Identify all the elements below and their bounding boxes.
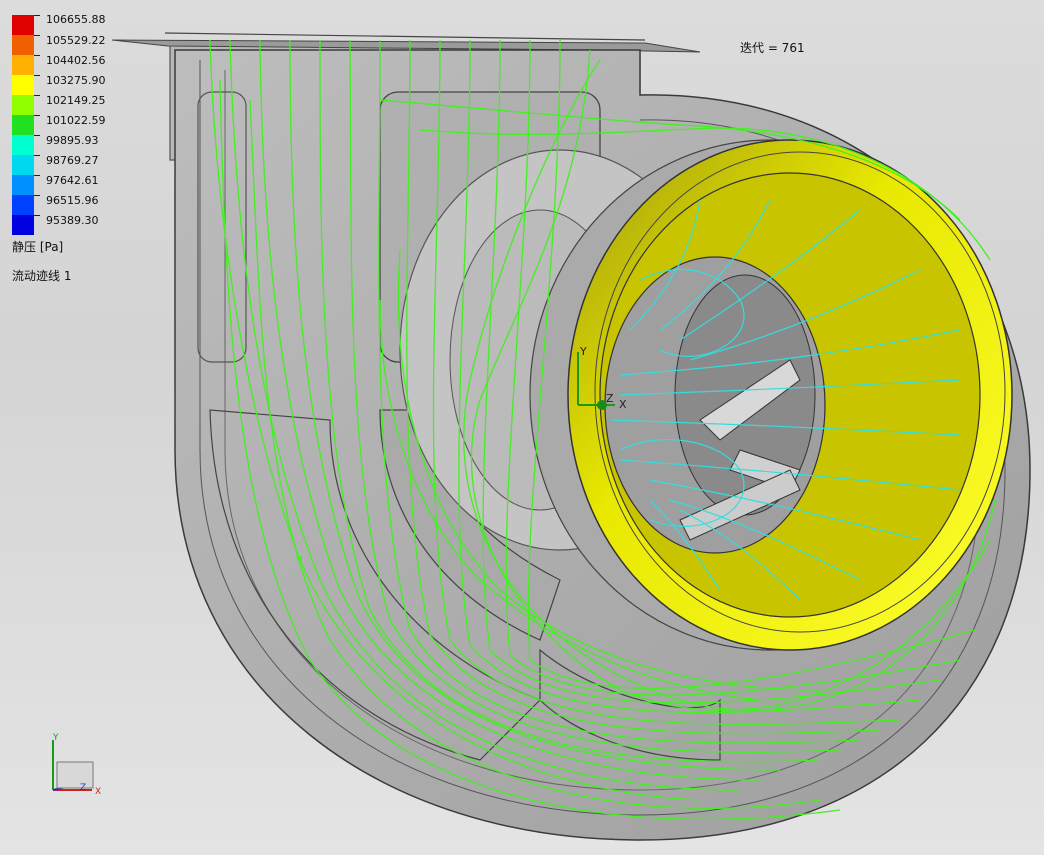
- view-triad-z: Z: [80, 783, 86, 793]
- triad-x-label: X: [619, 398, 627, 411]
- graphics-viewport[interactable]: Y Z X Y X Z: [0, 0, 1044, 855]
- view-orientation-triad: Y X Z: [52, 733, 101, 797]
- view-triad-x: X: [95, 787, 101, 797]
- triad-y-label: Y: [579, 345, 587, 358]
- triad-z-label: Z: [606, 392, 614, 405]
- view-triad-y: Y: [52, 733, 59, 743]
